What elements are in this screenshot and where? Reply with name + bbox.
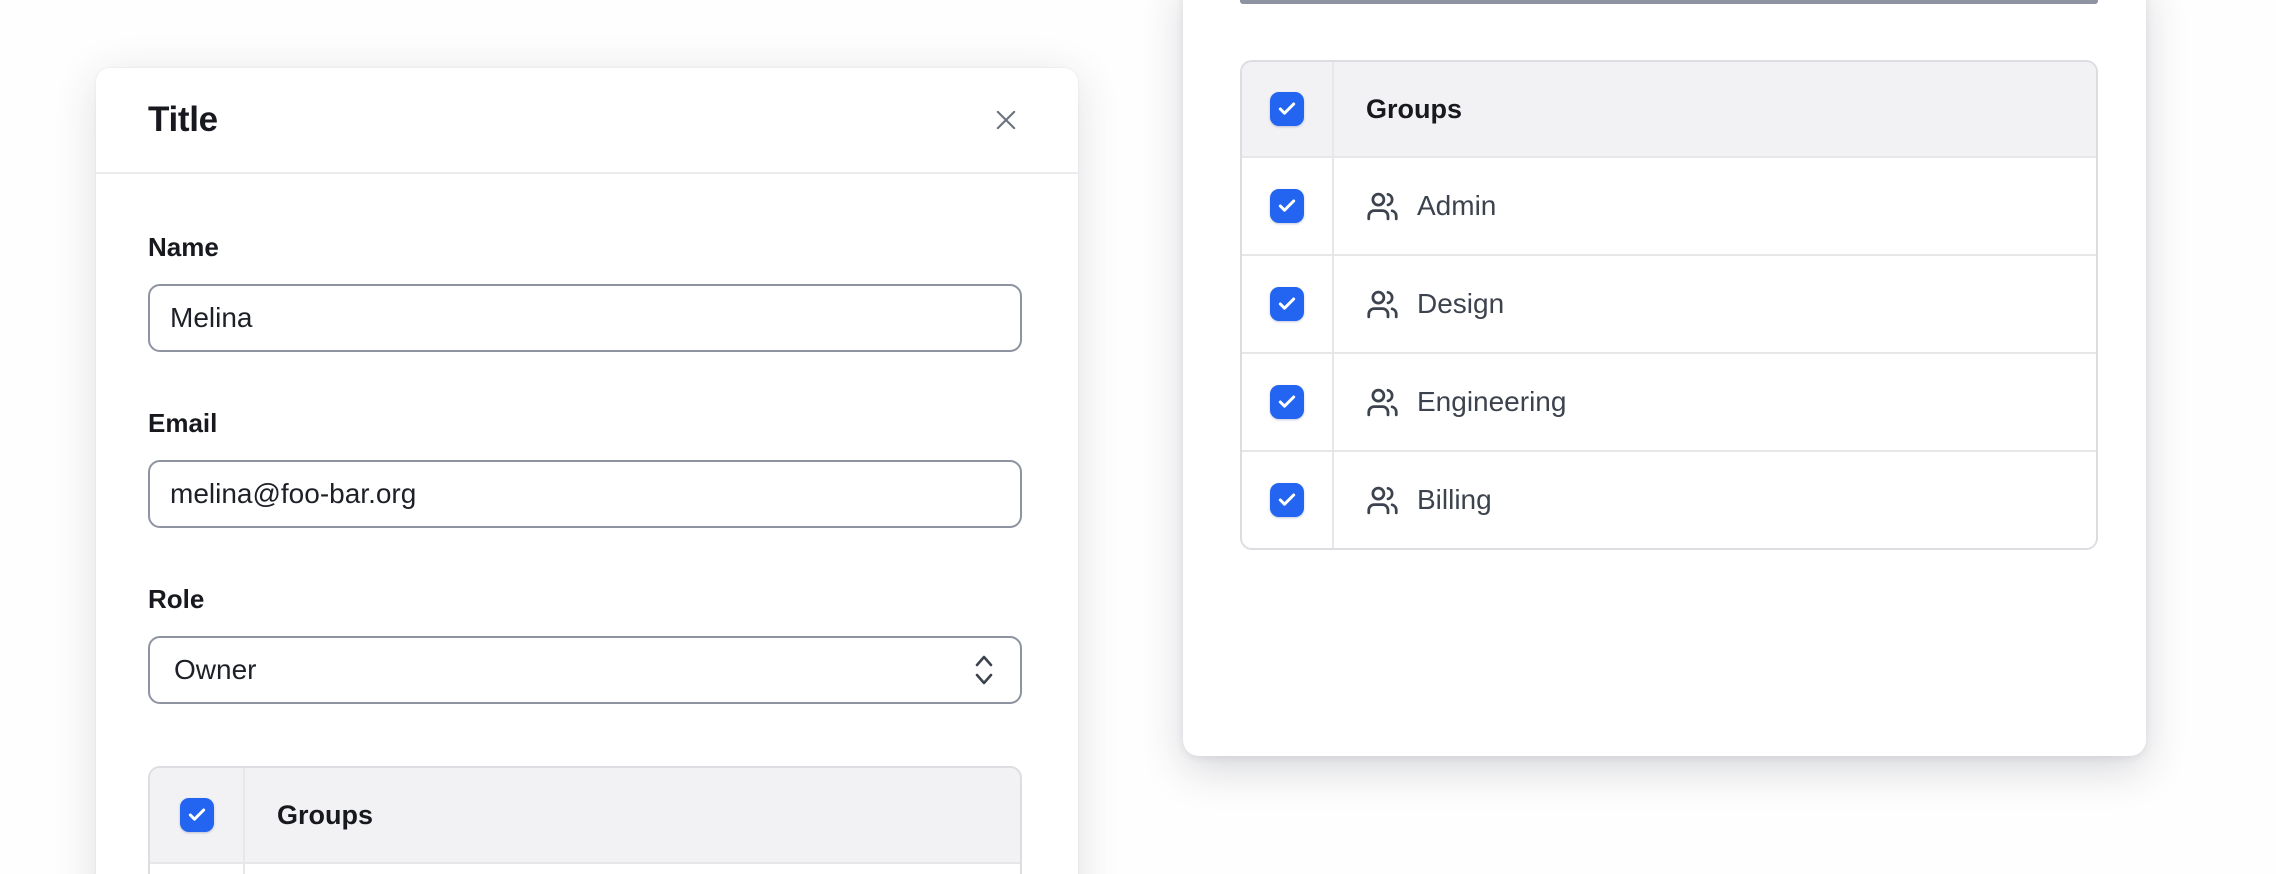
- table-row-admin[interactable]: Admin: [1242, 156, 2096, 254]
- row-checkbox[interactable]: [1270, 287, 1304, 321]
- groups-table-preview: Groups: [148, 766, 1022, 874]
- row-checkbox[interactable]: [1270, 189, 1304, 223]
- group-row-label: Admin: [1417, 190, 1496, 222]
- table-row-engineering[interactable]: Engineering: [1242, 352, 2096, 450]
- email-field-group: Email: [148, 408, 1022, 528]
- row-checkbox[interactable]: [1270, 483, 1304, 517]
- table-row-design[interactable]: Design: [1242, 254, 2096, 352]
- table-row-billing[interactable]: Billing: [1242, 450, 2096, 548]
- name-input[interactable]: [148, 284, 1022, 352]
- up-down-chevrons-icon: [972, 653, 996, 687]
- row-checkbox[interactable]: [1270, 385, 1304, 419]
- select-all-checkbox[interactable]: [180, 798, 214, 832]
- users-icon: [1366, 386, 1399, 419]
- groups-table-header-row: Groups: [150, 768, 1020, 862]
- table-row[interactable]: [150, 862, 1020, 874]
- users-icon: [1366, 190, 1399, 223]
- checkmark-icon: [1277, 196, 1297, 216]
- email-input[interactable]: [148, 460, 1022, 528]
- checkmark-icon: [1277, 99, 1297, 119]
- groups-table: Groups Admi: [1240, 60, 2098, 550]
- close-icon: [992, 106, 1020, 134]
- canvas: Title Name Email Role Owner: [0, 0, 2276, 874]
- group-row-label: Design: [1417, 288, 1504, 320]
- group-row-label: Engineering: [1417, 386, 1566, 418]
- name-field-group: Name: [148, 232, 1022, 352]
- checkmark-icon: [1277, 392, 1297, 412]
- role-field-group: Role Owner: [148, 584, 1022, 704]
- checkmark-icon: [1277, 294, 1297, 314]
- group-row-label: Billing: [1417, 484, 1492, 516]
- email-label: Email: [148, 408, 1022, 438]
- header-checkbox-cell: [1242, 62, 1334, 156]
- select-all-checkbox[interactable]: [1270, 92, 1304, 126]
- name-label: Name: [148, 232, 1022, 262]
- users-icon: [1366, 484, 1399, 517]
- groups-column-header: Groups: [245, 768, 1020, 862]
- close-button[interactable]: [984, 98, 1028, 142]
- groups-panel: Groups Admi: [1183, 0, 2146, 756]
- checkmark-icon: [1277, 490, 1297, 510]
- users-icon: [1366, 288, 1399, 321]
- edit-user-modal: Title Name Email Role Owner: [96, 68, 1078, 874]
- groups-table-header-row: Groups: [1242, 62, 2096, 156]
- header-checkbox-cell: [150, 768, 245, 862]
- role-select[interactable]: Owner: [148, 636, 1022, 704]
- cropped-select-bottom-edge: [1240, 0, 2098, 4]
- groups-column-header: Groups: [1334, 62, 2096, 156]
- role-label: Role: [148, 584, 1022, 614]
- role-select-value: Owner: [174, 654, 256, 686]
- modal-title: Title: [148, 100, 218, 140]
- modal-body: Name Email Role Owner: [96, 174, 1078, 874]
- checkmark-icon: [187, 805, 207, 825]
- modal-header: Title: [96, 68, 1078, 174]
